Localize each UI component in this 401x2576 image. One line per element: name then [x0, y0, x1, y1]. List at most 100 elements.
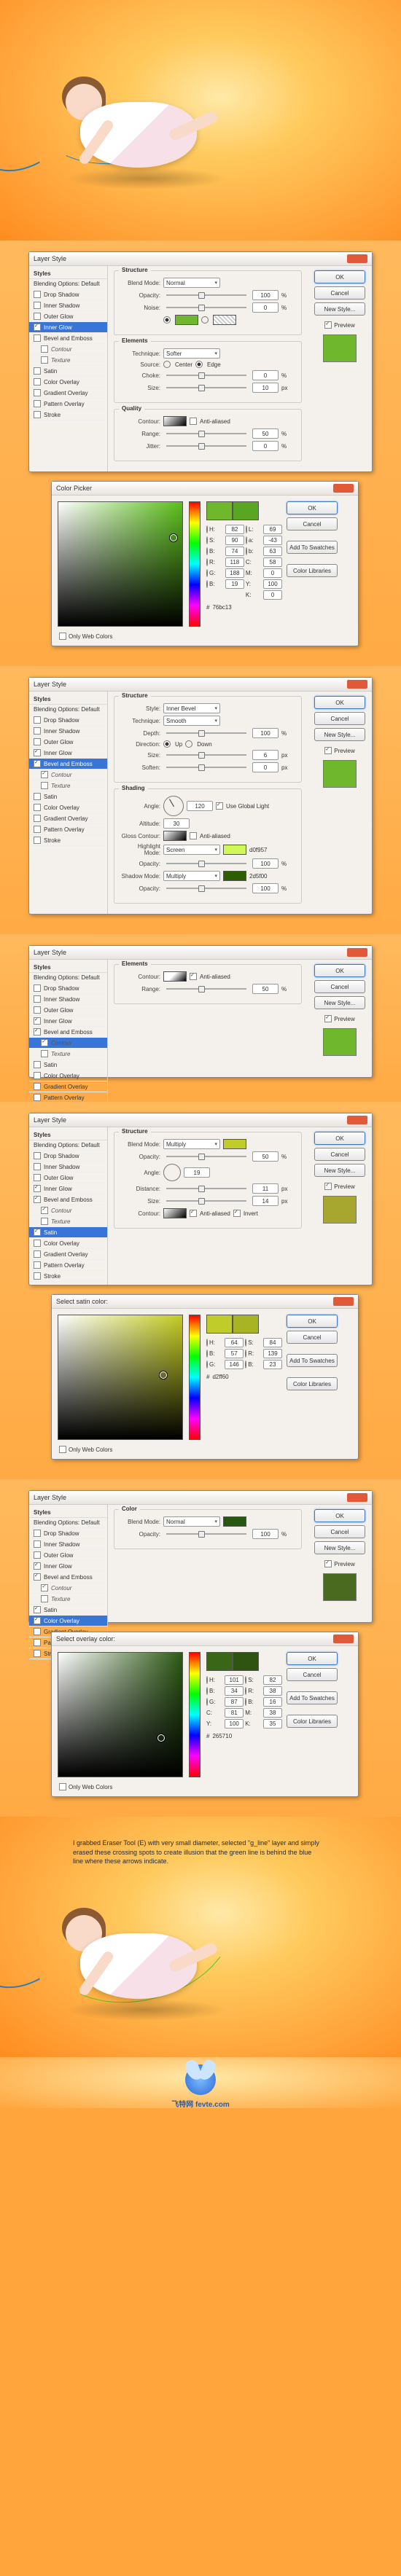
h-input[interactable]: 101	[225, 1675, 244, 1685]
opacity-input[interactable]: 100	[252, 290, 279, 300]
styles-item[interactable]: Satin	[29, 791, 107, 802]
shadow-color-swatch[interactable]	[223, 871, 246, 881]
styles-item[interactable]: Bevel and Emboss	[29, 333, 107, 344]
g-input[interactable]: 146	[225, 1360, 244, 1369]
angle-dial[interactable]	[163, 796, 184, 816]
blend-mode-select[interactable]: Multiply	[163, 1139, 220, 1149]
newstyle-button[interactable]: New Style...	[314, 728, 365, 741]
add-swatch-button[interactable]: Add To Swatches	[287, 541, 338, 554]
styles-item[interactable]: Inner Shadow	[29, 1539, 107, 1550]
aa-checkbox[interactable]	[190, 973, 197, 980]
add-swatch-button[interactable]: Add To Swatches	[287, 1354, 338, 1367]
l-input[interactable]: 69	[263, 525, 282, 534]
styles-item[interactable]: Gradient Overlay	[29, 1249, 107, 1260]
cancel-button[interactable]: Cancel	[314, 980, 365, 993]
cancel-button[interactable]: Cancel	[314, 1525, 365, 1538]
styles-item[interactable]: Outer Glow	[29, 737, 107, 748]
technique-select[interactable]: Smooth	[163, 716, 220, 726]
styles-item[interactable]: Blending Options: Default	[29, 279, 107, 289]
angle-input[interactable]: 120	[187, 801, 213, 811]
ok-button[interactable]: OK	[314, 696, 365, 709]
invert-checkbox[interactable]	[233, 1210, 241, 1217]
highlight-opacity-input[interactable]: 100	[252, 858, 279, 869]
styles-item[interactable]: Pattern Overlay	[29, 1260, 107, 1271]
hex-input[interactable]: d2ff60	[212, 1374, 249, 1380]
range-input[interactable]: 50	[252, 428, 279, 439]
highlight-opacity-slider[interactable]	[166, 863, 246, 864]
s-input[interactable]: 90	[225, 536, 244, 545]
depth-input[interactable]: 100	[252, 728, 279, 738]
cancel-button[interactable]: Cancel	[314, 712, 365, 725]
styles-item[interactable]: Satin	[29, 366, 107, 377]
shadow-opacity-input[interactable]: 100	[252, 883, 279, 893]
styles-item[interactable]: Satin	[29, 1605, 107, 1616]
styles-item[interactable]: Bevel and Emboss	[29, 1194, 107, 1205]
styles-item[interactable]: Color Overlay	[29, 1070, 107, 1081]
k-input[interactable]: 35	[263, 1719, 282, 1729]
source-center-radio[interactable]	[163, 361, 171, 368]
r-input[interactable]: 38	[263, 1686, 282, 1696]
styles-item[interactable]: Inner Glow	[29, 1183, 107, 1194]
ok-button[interactable]: OK	[314, 1132, 365, 1145]
range-slider[interactable]	[166, 988, 246, 990]
opacity-slider[interactable]	[166, 1533, 246, 1535]
ok-button[interactable]: OK	[314, 270, 365, 283]
styles-item[interactable]: Contour	[29, 344, 107, 355]
styles-item[interactable]: Gradient Overlay	[29, 813, 107, 824]
styles-item[interactable]: Blending Options: Default	[29, 973, 107, 983]
cancel-button[interactable]: Cancel	[287, 1668, 338, 1681]
cancel-button[interactable]: Cancel	[287, 517, 338, 531]
only-web-checkbox[interactable]	[59, 1446, 66, 1453]
s-input[interactable]: 82	[263, 1675, 282, 1685]
size-slider[interactable]	[166, 1200, 246, 1202]
styles-item[interactable]: Drop Shadow	[29, 983, 107, 994]
choke-slider[interactable]	[166, 375, 246, 376]
newstyle-button[interactable]: New Style...	[314, 1164, 365, 1177]
direction-down-radio[interactable]	[185, 740, 192, 748]
color-libraries-button[interactable]: Color Libraries	[287, 1715, 338, 1728]
styles-item[interactable]: Pattern Overlay	[29, 824, 107, 835]
contour-preset[interactable]	[163, 1208, 187, 1218]
soften-input[interactable]: 0	[252, 762, 279, 772]
color-libraries-button[interactable]: Color Libraries	[287, 1377, 338, 1390]
technique-select[interactable]: Softer	[163, 348, 220, 359]
soften-slider[interactable]	[166, 767, 246, 768]
styles-item-selected[interactable]: Inner Glow	[29, 322, 107, 333]
bl-input[interactable]: 19	[225, 579, 244, 589]
styles-item[interactable]: Bevel and Emboss	[29, 1572, 107, 1583]
satin-color-swatch[interactable]	[223, 1139, 246, 1149]
h-input[interactable]: 82	[225, 525, 244, 534]
styles-item[interactable]: Gradient Overlay	[29, 1081, 107, 1092]
styles-item[interactable]: Drop Shadow	[29, 1151, 107, 1162]
hue-slider[interactable]	[189, 501, 200, 627]
close-icon[interactable]	[347, 254, 367, 263]
styles-item[interactable]: Texture	[29, 1049, 107, 1060]
ok-button[interactable]: OK	[287, 1315, 338, 1328]
styles-item[interactable]: Contour	[29, 1583, 107, 1594]
hex-input[interactable]: 265710	[212, 1733, 249, 1739]
overlay-color-swatch[interactable]	[223, 1516, 246, 1527]
c-input[interactable]: 81	[225, 1708, 244, 1718]
contour-preset[interactable]	[163, 971, 187, 982]
ok-button[interactable]: OK	[287, 501, 338, 514]
bl-input[interactable]: 23	[263, 1360, 282, 1369]
styles-item[interactable]: Stroke	[29, 1271, 107, 1282]
only-web-checkbox[interactable]	[59, 1783, 66, 1790]
preview-checkbox[interactable]	[324, 1183, 332, 1190]
contour-preset[interactable]	[163, 416, 187, 426]
styles-item[interactable]: Texture	[29, 1594, 107, 1605]
global-light-checkbox[interactable]	[216, 802, 223, 810]
preview-checkbox[interactable]	[324, 1015, 332, 1022]
color-field[interactable]	[58, 1315, 183, 1440]
a-input[interactable]: -43	[263, 536, 282, 545]
lb-input[interactable]: 63	[263, 547, 282, 556]
jitter-slider[interactable]	[166, 445, 246, 447]
opacity-slider[interactable]	[166, 294, 246, 296]
add-swatch-button[interactable]: Add To Swatches	[287, 1691, 338, 1704]
styles-item[interactable]: Pattern Overlay	[29, 399, 107, 410]
styles-item[interactable]: Outer Glow	[29, 1172, 107, 1183]
styles-item[interactable]: Inner Glow	[29, 748, 107, 759]
newstyle-button[interactable]: New Style...	[314, 302, 365, 316]
color-libraries-button[interactable]: Color Libraries	[287, 564, 338, 577]
gradient-swatch[interactable]	[213, 315, 236, 325]
